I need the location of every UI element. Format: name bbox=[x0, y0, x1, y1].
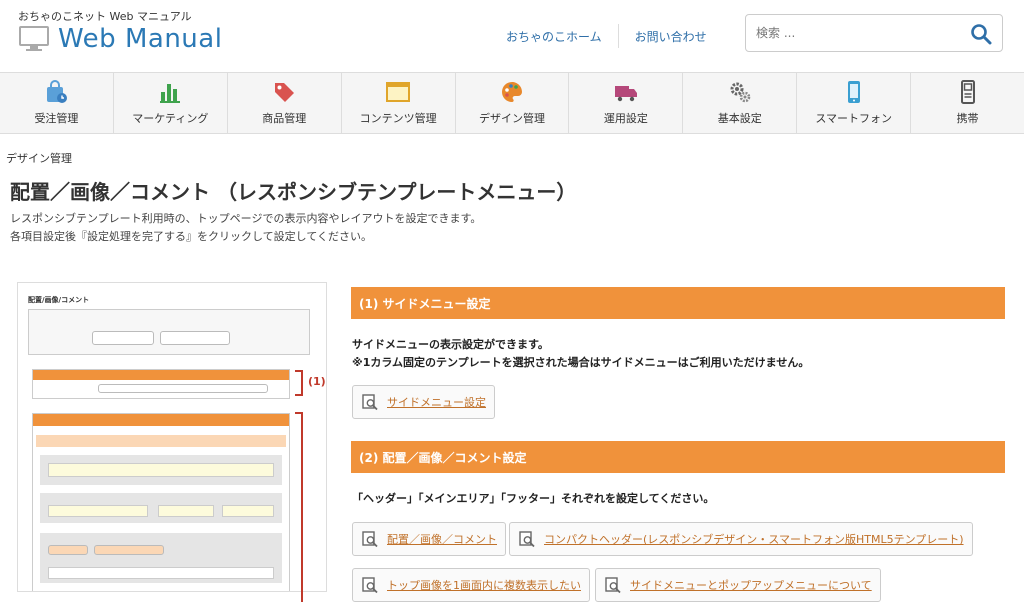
shopping-bag-icon bbox=[47, 80, 68, 103]
layout-image-comment-link[interactable]: 配置／画像／コメント bbox=[352, 522, 506, 556]
header-links: おちゃのこホーム お問い合わせ bbox=[490, 24, 723, 48]
nav-item-basic-settings[interactable]: 基本設定 bbox=[683, 73, 798, 133]
search-box bbox=[745, 14, 1003, 52]
window-icon bbox=[386, 82, 411, 102]
screenshot-select bbox=[48, 463, 274, 477]
nav-item-operations[interactable]: 運用設定 bbox=[569, 73, 684, 133]
screenshot-title: 配置/画像/コメント bbox=[28, 296, 90, 304]
nav-label: 基本設定 bbox=[717, 112, 762, 125]
logo[interactable]: Web Manual bbox=[18, 24, 222, 54]
home-link[interactable]: おちゃのこホーム bbox=[490, 28, 618, 45]
section-text-line: サイドメニューの表示設定ができます。 bbox=[352, 338, 549, 351]
tag-icon bbox=[275, 83, 295, 102]
breadcrumb[interactable]: デザイン管理 bbox=[6, 150, 72, 166]
search-icon[interactable] bbox=[970, 23, 992, 45]
nav-item-products[interactable]: 商品管理 bbox=[228, 73, 342, 133]
monitor-icon bbox=[19, 26, 49, 51]
nav-label: 運用設定 bbox=[603, 112, 648, 125]
nav-label: スマートフォン bbox=[815, 112, 893, 125]
section-heading-side-menu: (1) サイドメニュー設定 bbox=[351, 287, 1005, 319]
link-label: トップ画像を1画面内に複数表示したい bbox=[387, 579, 581, 592]
page-description: レスポンシブテンプレート利用時の、トップページでの表示内容やレイアウトを設定でき… bbox=[10, 210, 481, 246]
bar-chart-icon bbox=[160, 84, 181, 103]
section-text-line: ※1カラム固定のテンプレートを選択された場合はサイドメニューはご利用いただけませ… bbox=[352, 356, 810, 369]
screenshot-button bbox=[92, 331, 154, 345]
document-search-icon bbox=[519, 531, 535, 548]
screenshot-header-bar bbox=[36, 435, 286, 447]
mobile-phone-icon bbox=[960, 80, 975, 104]
site-subtitle: おちゃのこネット Web マニュアル bbox=[18, 10, 192, 23]
truck-icon bbox=[614, 86, 637, 102]
link-label: サイドメニュー設定 bbox=[387, 396, 486, 409]
site-header: おちゃのこネット Web マニュアル Web Manual おちゃのこホーム お… bbox=[0, 0, 1024, 72]
bracket-2 bbox=[295, 412, 303, 602]
description-line: レスポンシブテンプレート利用時の、トップページでの表示内容やレイアウトを設定でき… bbox=[10, 212, 482, 225]
compact-header-link[interactable]: コンパクトヘッダー(レスポンシブデザイン・スマートフォン版HTML5テンプレート… bbox=[509, 522, 973, 556]
smartphone-icon bbox=[847, 81, 860, 103]
nav-label: デザイン管理 bbox=[479, 112, 545, 125]
nav-label: マーケティング bbox=[132, 112, 209, 125]
document-search-icon bbox=[605, 577, 621, 594]
section-text: 「ヘッダー」「メインエリア」「フッター」それぞれを設定してください。 bbox=[352, 490, 714, 508]
screenshot-radio-row bbox=[98, 384, 268, 393]
description-line: 各項目設定後『設定処理を完了する』をクリックして設定してください。 bbox=[10, 230, 373, 243]
screenshot-button bbox=[160, 331, 230, 345]
section-heading-layout: (2) 配置／画像／コメント設定 bbox=[351, 441, 1005, 473]
palette-icon bbox=[502, 82, 522, 102]
search-input[interactable] bbox=[746, 18, 956, 48]
document-search-icon bbox=[362, 531, 378, 548]
nav-label: 受注管理 bbox=[34, 112, 79, 125]
nav-item-design[interactable]: デザイン管理 bbox=[456, 73, 570, 133]
link-label: コンパクトヘッダー(レスポンシブデザイン・スマートフォン版HTML5テンプレート… bbox=[544, 533, 964, 546]
document-search-icon bbox=[362, 394, 378, 411]
settings-screenshot: 配置/画像/コメント bbox=[17, 282, 327, 592]
nav-item-contents[interactable]: コンテンツ管理 bbox=[342, 73, 456, 133]
screenshot-select bbox=[222, 505, 274, 517]
side-and-popup-menu-link[interactable]: サイドメニューとポップアップメニューについて bbox=[595, 568, 881, 602]
screenshot-add-link-button bbox=[48, 545, 88, 555]
logo-text: Web Manual bbox=[58, 24, 223, 54]
section-text: サイドメニューの表示設定ができます。 ※1カラム固定のテンプレートを選択された場… bbox=[352, 336, 809, 372]
nav-label: コンテンツ管理 bbox=[359, 112, 437, 125]
link-label: 配置／画像／コメント bbox=[387, 533, 497, 546]
screenshot-side-menu-bar bbox=[33, 370, 289, 380]
screenshot-layout-bar bbox=[33, 414, 289, 426]
section-text-line: 「ヘッダー」「メインエリア」「フッター」それぞれを設定してください。 bbox=[352, 492, 715, 505]
nav-item-marketing[interactable]: マーケティング bbox=[114, 73, 228, 133]
side-menu-settings-link[interactable]: サイドメニュー設定 bbox=[352, 385, 495, 419]
screenshot-select bbox=[158, 505, 214, 517]
bracket-label-1: (1) bbox=[308, 375, 326, 388]
link-label: サイドメニューとポップアップメニューについて bbox=[630, 579, 872, 592]
nav-label: 商品管理 bbox=[262, 112, 307, 125]
nav-item-mobile[interactable]: 携帯 bbox=[911, 73, 1024, 133]
screenshot-select bbox=[48, 505, 148, 517]
nav-item-orders[interactable]: 受注管理 bbox=[0, 73, 114, 133]
main-nav: 受注管理 マーケティング 商品管理 コンテンツ管理 デザイン管理 運用設定 基本… bbox=[0, 72, 1024, 134]
screenshot-add-popup-button bbox=[94, 545, 164, 555]
multiple-top-images-link[interactable]: トップ画像を1画面内に複数表示したい bbox=[352, 568, 590, 602]
page-title: 配置／画像／コメント （レスポンシブテンプレートメニュー） bbox=[10, 180, 577, 204]
contact-link[interactable]: お問い合わせ bbox=[619, 28, 723, 45]
nav-label: 携帯 bbox=[956, 112, 979, 125]
bracket-1 bbox=[295, 370, 303, 396]
nav-item-smartphone[interactable]: スマートフォン bbox=[797, 73, 912, 133]
screenshot-nav-row bbox=[48, 567, 274, 579]
document-search-icon bbox=[362, 577, 378, 594]
gears-icon bbox=[730, 82, 751, 103]
